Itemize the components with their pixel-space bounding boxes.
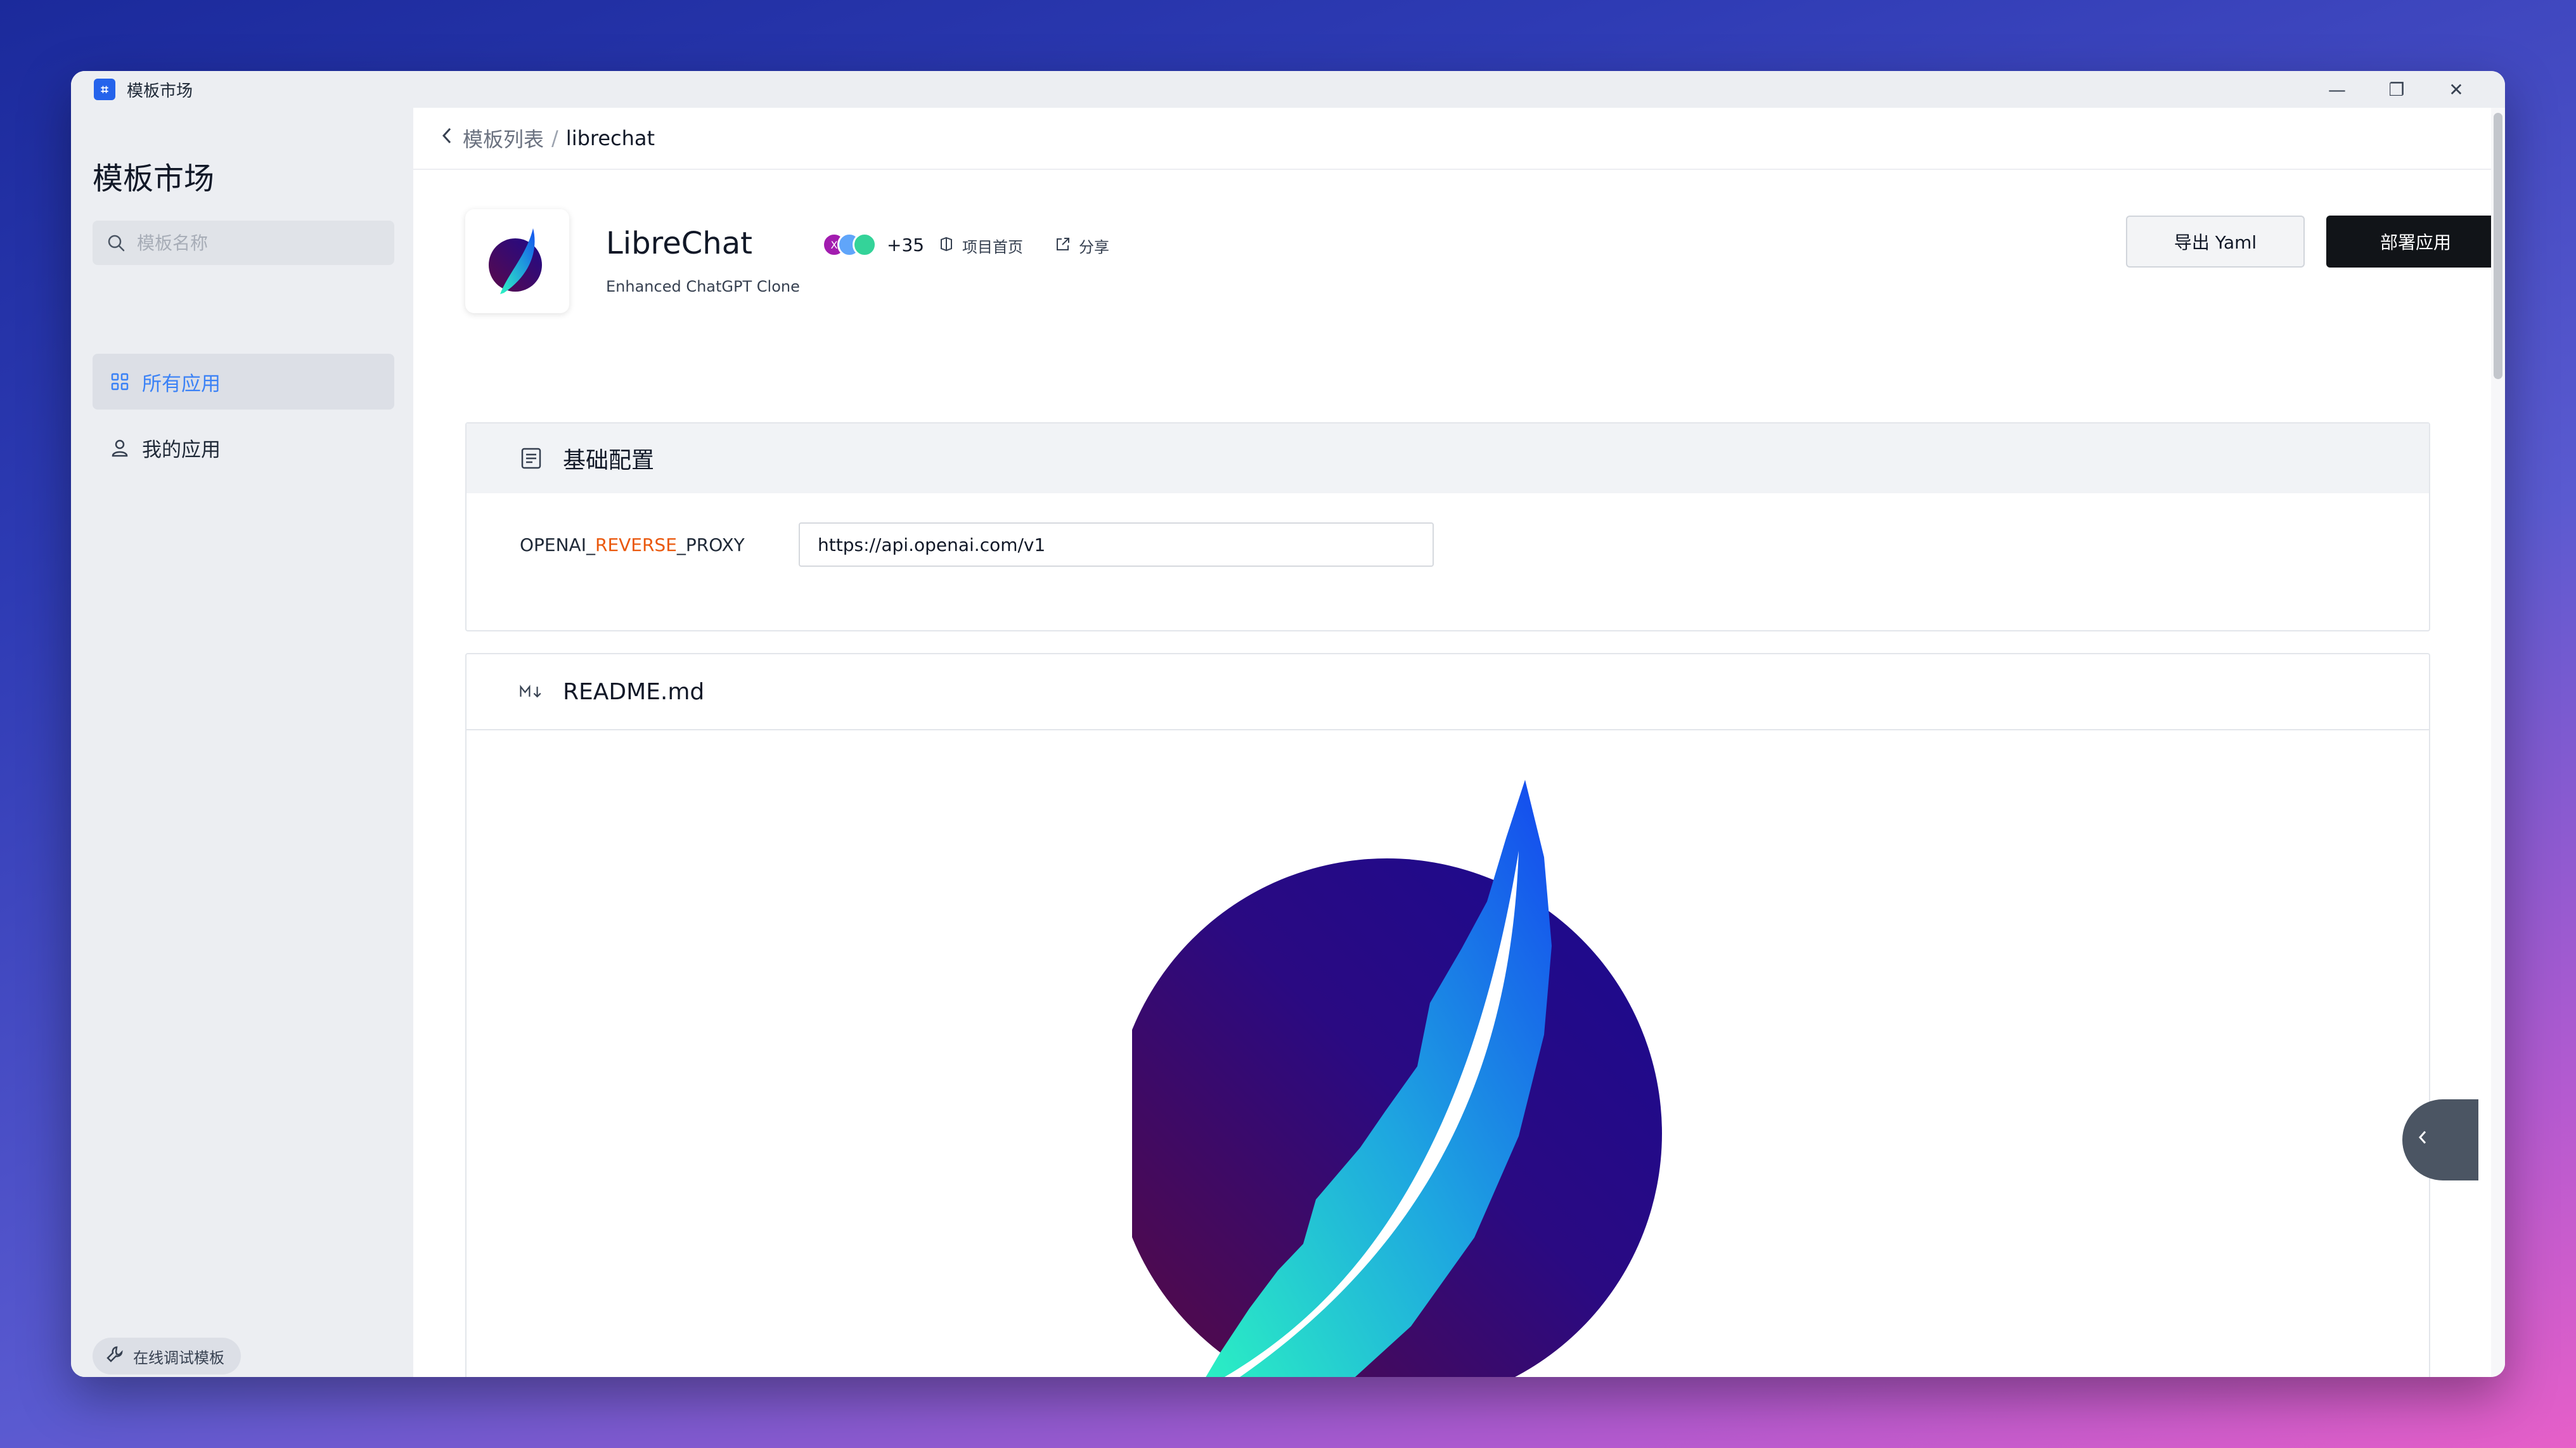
sidebar-item-all-apps[interactable]: 所有应用 bbox=[93, 354, 394, 410]
sidebar-item-my-apps[interactable]: 我的应用 bbox=[93, 420, 394, 475]
sidebar-item-label: 所有应用 bbox=[142, 372, 221, 396]
app-window: ⌗ 模板市场 — ❐ ✕ 模板市场 所有应用 我的应用 bbox=[71, 71, 2505, 1377]
main-content: 模板列表 / librechat LibreChat X +35 项目首页 分享… bbox=[413, 108, 2505, 1377]
homepage-label: 项目首页 bbox=[962, 238, 1023, 256]
search-icon bbox=[106, 233, 126, 252]
app-description: Enhanced ChatGPT Clone bbox=[606, 278, 800, 295]
sidebar-item-label: 我的应用 bbox=[142, 438, 221, 462]
breadcrumb-parent-link[interactable]: 模板列表 bbox=[463, 124, 544, 153]
deploy-app-button[interactable]: 部署应用 bbox=[2326, 216, 2505, 268]
breadcrumb: 模板列表 / librechat bbox=[413, 108, 2505, 170]
maximize-button[interactable]: ❐ bbox=[2367, 71, 2426, 108]
github-icon bbox=[938, 236, 955, 256]
search-input[interactable] bbox=[137, 232, 378, 254]
readme-title: README.md bbox=[563, 678, 705, 705]
markdown-icon bbox=[518, 679, 544, 704]
readme-header: README.md bbox=[467, 654, 2429, 730]
basic-config-title: 基础配置 bbox=[563, 448, 655, 474]
title-bar: ⌗ 模板市场 — ❐ ✕ bbox=[71, 71, 2505, 108]
contributors-count: +35 bbox=[887, 234, 925, 255]
config-field-label: OPENAI_REVERSE_PROXY bbox=[520, 534, 745, 555]
grid-icon bbox=[109, 371, 131, 392]
breadcrumb-separator: / bbox=[551, 126, 558, 150]
debug-template-label: 在线调试模板 bbox=[133, 1348, 224, 1367]
wrench-icon bbox=[105, 1345, 124, 1367]
app-logo bbox=[465, 209, 569, 313]
sidebar: 模板市场 所有应用 我的应用 在线调试模板 bbox=[71, 108, 413, 1377]
contributor-avatar bbox=[853, 233, 877, 257]
contributors[interactable]: X +35 bbox=[822, 232, 924, 257]
chevron-left-icon bbox=[2416, 1127, 2429, 1153]
scroll-thumb[interactable] bbox=[2494, 113, 2502, 379]
minimize-button[interactable]: — bbox=[2307, 71, 2367, 108]
document-icon bbox=[518, 446, 544, 471]
basic-config-header: 基础配置 bbox=[467, 423, 2429, 493]
readme-logo-image bbox=[1112, 756, 1703, 1377]
user-icon bbox=[109, 437, 131, 458]
share-label: 分享 bbox=[1079, 238, 1109, 256]
breadcrumb-current: librechat bbox=[565, 126, 655, 150]
basic-config-panel: 基础配置 OPENAI_REVERSE_PROXY bbox=[465, 422, 2430, 631]
export-yaml-button[interactable]: 导出 Yaml bbox=[2126, 216, 2305, 268]
debug-template-button[interactable]: 在线调试模板 bbox=[93, 1338, 241, 1374]
chevron-left-icon[interactable] bbox=[440, 126, 454, 150]
config-field-row: OPENAI_REVERSE_PROXY bbox=[520, 522, 1434, 567]
readme-panel: README.md bbox=[465, 653, 2430, 1377]
window-controls: — ❐ ✕ bbox=[2307, 71, 2486, 108]
share-icon bbox=[1055, 236, 1071, 256]
homepage-link[interactable]: 项目首页 bbox=[938, 235, 1023, 257]
openai-reverse-proxy-input[interactable] bbox=[799, 522, 1434, 567]
app-icon: ⌗ bbox=[94, 79, 115, 100]
window-title: 模板市场 bbox=[127, 81, 193, 101]
scrollbar[interactable] bbox=[2491, 108, 2505, 1377]
app-name: LibreChat bbox=[606, 226, 752, 261]
search-box[interactable] bbox=[93, 221, 394, 265]
collapse-panel-button[interactable] bbox=[2402, 1099, 2478, 1180]
sidebar-title: 模板市场 bbox=[93, 161, 215, 197]
share-link[interactable]: 分享 bbox=[1055, 235, 1109, 257]
close-button[interactable]: ✕ bbox=[2426, 71, 2486, 108]
